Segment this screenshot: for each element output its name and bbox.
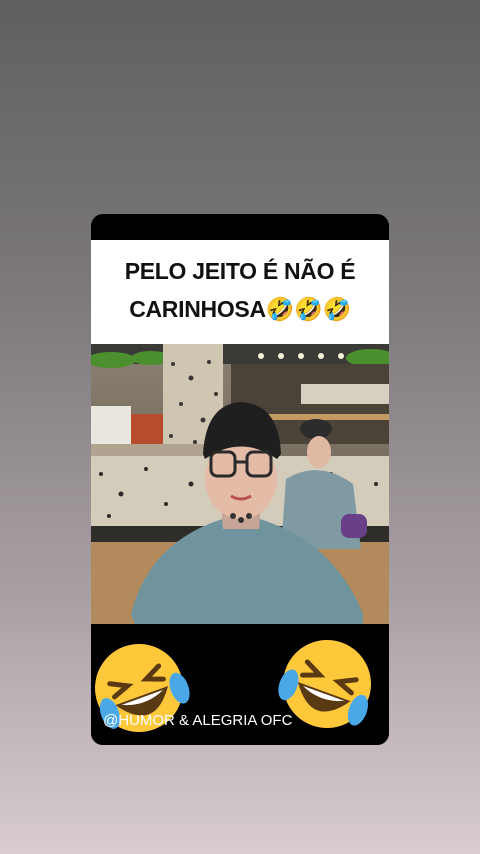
story-card[interactable]: PELO JEITO É NÃO É CARINHOSA🤣🤣🤣 @HUMOR &…: [91, 214, 389, 745]
app-root: { "caption": { "line1": "PELO JEITO É NÃ…: [0, 0, 480, 854]
caption-box: PELO JEITO É NÃO É CARINHOSA🤣🤣🤣: [91, 240, 389, 344]
video-scene: [91, 344, 389, 624]
video-frame[interactable]: [91, 344, 389, 624]
caption-line-1: PELO JEITO É NÃO É: [124, 258, 356, 284]
caption-line-2: CARINHOSA🤣🤣🤣: [97, 290, 383, 328]
watermark: @HUMOR & ALEGRIA OFC: [103, 712, 293, 729]
laughing-emoji-icons: 🤣🤣🤣: [265, 296, 351, 322]
caption-line-2-text: CARINHOSA: [129, 296, 266, 322]
